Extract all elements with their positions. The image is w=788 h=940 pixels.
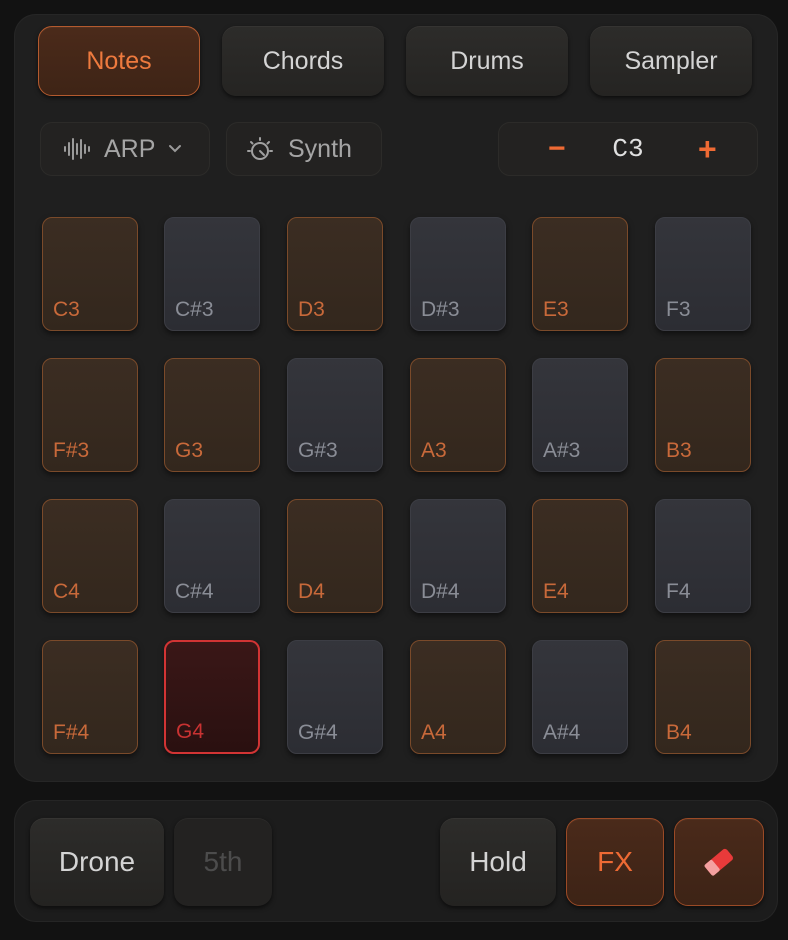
pad-e3[interactable]: E3 <box>532 217 628 331</box>
pad-f4[interactable]: F4 <box>655 499 751 613</box>
waveform-icon <box>64 138 90 160</box>
arp-label: ARP <box>104 134 156 163</box>
fx-button[interactable]: FX <box>566 818 664 906</box>
pad-label: E4 <box>543 580 569 603</box>
fifth-button[interactable]: 5th <box>174 818 272 906</box>
pad-a4[interactable]: A4 <box>410 640 506 754</box>
knob-icon <box>247 137 273 160</box>
pad-d3[interactable]: D3 <box>287 217 383 331</box>
eraser-button[interactable] <box>674 818 764 906</box>
pad-a-sharp-4[interactable]: A#4 <box>532 640 628 754</box>
pad-label: A3 <box>421 439 447 462</box>
pad-label: G#4 <box>298 721 338 744</box>
pad-g-sharp-4[interactable]: G#4 <box>287 640 383 754</box>
synth-label: Synth <box>288 134 352 163</box>
eraser-icon <box>704 848 733 876</box>
pad-label: F4 <box>666 580 691 603</box>
pad-f3[interactable]: F3 <box>655 217 751 331</box>
pad-c-sharp-4[interactable]: C#4 <box>164 499 260 613</box>
pad-label: F#3 <box>53 439 90 462</box>
pad-label: D#3 <box>421 298 460 321</box>
pad-e4[interactable]: E4 <box>532 499 628 613</box>
pad-label: C#3 <box>175 298 214 321</box>
pad-d-sharp-3[interactable]: D#3 <box>410 217 506 331</box>
synth-button[interactable]: Synth <box>226 122 382 176</box>
pad-d4[interactable]: D4 <box>287 499 383 613</box>
tab-sampler[interactable]: Sampler <box>590 26 752 96</box>
pad-f-sharp-4[interactable]: F#4 <box>42 640 138 754</box>
pad-g4[interactable]: G4 <box>164 640 260 754</box>
octave-value: C3 <box>612 134 644 164</box>
pad-label: G#3 <box>298 439 338 462</box>
chevron-down-icon <box>169 145 182 153</box>
pad-b4[interactable]: B4 <box>655 640 751 754</box>
pad-label: C3 <box>53 298 80 321</box>
pad-label: D4 <box>298 580 325 603</box>
pad-c4[interactable]: C4 <box>42 499 138 613</box>
pad-label: A#3 <box>543 439 581 462</box>
octave-stepper: − C3 + <box>498 122 758 176</box>
pad-a-sharp-3[interactable]: A#3 <box>532 358 628 472</box>
pad-label: D3 <box>298 298 325 321</box>
octave-plus-button[interactable]: + <box>698 131 717 168</box>
tab-chords[interactable]: Chords <box>222 26 384 96</box>
pad-label: A4 <box>421 721 447 744</box>
arp-dropdown[interactable]: ARP <box>40 122 210 176</box>
pad-c-sharp-3[interactable]: C#3 <box>164 217 260 331</box>
pad-b3[interactable]: B3 <box>655 358 751 472</box>
pad-c3[interactable]: C3 <box>42 217 138 331</box>
pad-label: C#4 <box>175 580 214 603</box>
pad-label: F3 <box>666 298 691 321</box>
pad-label: G3 <box>175 439 204 462</box>
drone-button[interactable]: Drone <box>30 818 164 906</box>
tab-drums[interactable]: Drums <box>406 26 568 96</box>
hold-button[interactable]: Hold <box>440 818 556 906</box>
pad-label: B4 <box>666 721 692 744</box>
pad-label: G4 <box>176 720 205 743</box>
pad-label: B3 <box>666 439 692 462</box>
pad-label: E3 <box>543 298 569 321</box>
pad-a3[interactable]: A3 <box>410 358 506 472</box>
pad-d-sharp-4[interactable]: D#4 <box>410 499 506 613</box>
pad-f-sharp-3[interactable]: F#3 <box>42 358 138 472</box>
pad-label: F#4 <box>53 721 90 744</box>
pad-label: A#4 <box>543 721 581 744</box>
tab-notes[interactable]: Notes <box>38 26 200 96</box>
pad-label: D#4 <box>421 580 460 603</box>
pad-g3[interactable]: G3 <box>164 358 260 472</box>
pad-label: C4 <box>53 580 80 603</box>
pad-g-sharp-3[interactable]: G#3 <box>287 358 383 472</box>
